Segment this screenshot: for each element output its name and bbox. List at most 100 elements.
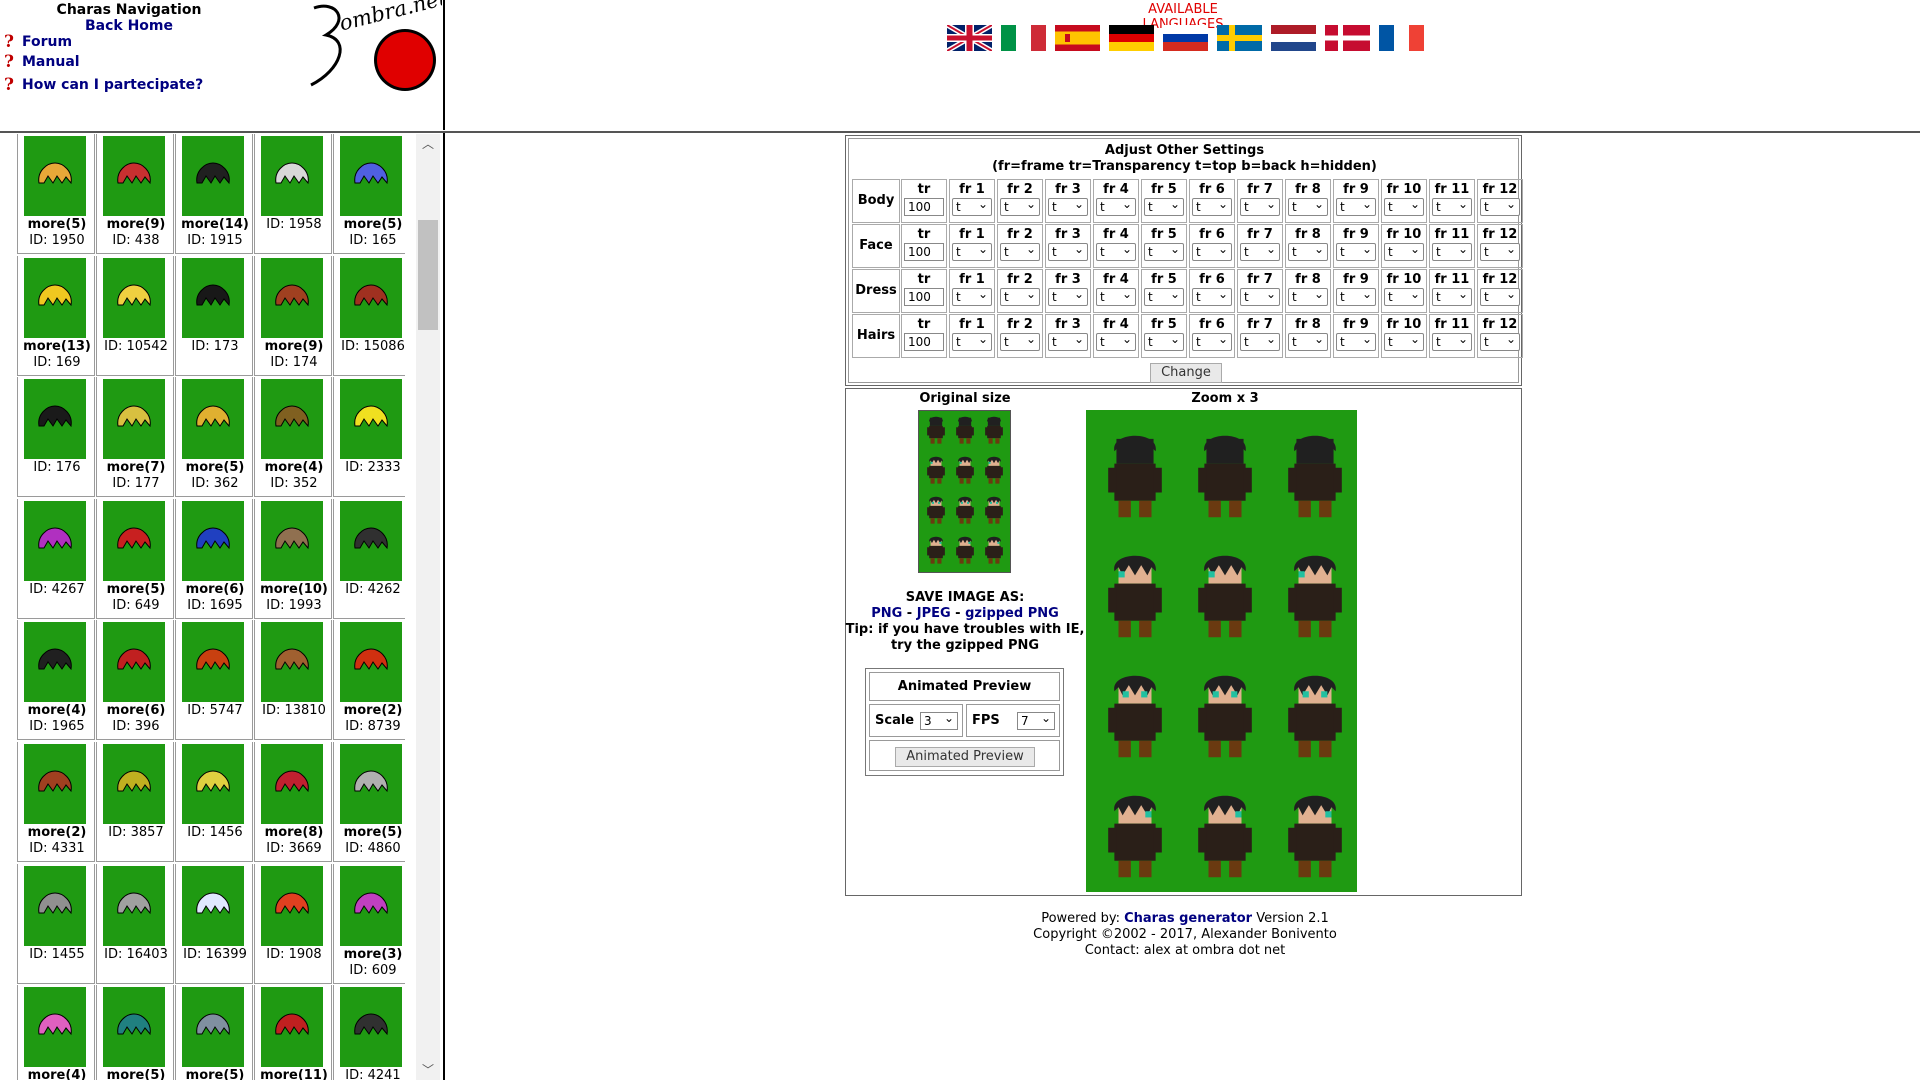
frame-select[interactable]: t	[1096, 241, 1136, 261]
frame-select[interactable]: t	[1480, 196, 1520, 216]
hair-item[interactable]: more(2) ID: 8739	[333, 620, 405, 740]
hair-thumbnail[interactable]	[182, 501, 244, 581]
hair-thumbnail[interactable]	[103, 744, 165, 824]
frame-select[interactable]: t	[1384, 241, 1424, 261]
forum-link[interactable]: Forum	[22, 34, 72, 50]
frame-select[interactable]: t	[1144, 331, 1184, 351]
hair-item[interactable]: more(10) ID: 1993	[254, 499, 332, 619]
transparency-input[interactable]: 100	[904, 288, 944, 306]
hair-thumbnail[interactable]	[340, 501, 402, 581]
hair-thumbnail[interactable]	[340, 622, 402, 702]
hair-item[interactable]: more(6) ID: 1695	[175, 499, 253, 619]
english-flag-icon[interactable]	[947, 25, 992, 51]
hair-item[interactable]: more(8) ID: 3669	[254, 742, 332, 862]
dutch-flag-icon[interactable]	[1271, 25, 1316, 51]
hair-item[interactable]: more(5)	[96, 985, 174, 1080]
transparency-input[interactable]: 100	[904, 198, 944, 216]
danish-flag-icon[interactable]	[1325, 25, 1370, 51]
frame-select[interactable]: t	[952, 241, 992, 261]
change-button[interactable]: Change	[1150, 363, 1222, 383]
frame-select[interactable]: t	[1480, 331, 1520, 351]
spanish-flag-icon[interactable]	[1055, 25, 1100, 51]
hair-item[interactable]: ID: 13810	[254, 620, 332, 740]
french-flag-icon[interactable]	[1379, 25, 1424, 51]
hair-item[interactable]: ID: 16403	[96, 864, 174, 984]
hair-thumbnail[interactable]	[340, 379, 402, 459]
hair-more-link[interactable]: more(5)	[176, 1068, 254, 1080]
hair-item[interactable]: more(9) ID: 174	[254, 256, 332, 376]
hair-thumbnail[interactable]	[24, 379, 86, 459]
hair-thumbnail[interactable]	[261, 258, 323, 338]
hair-item[interactable]: ID: 1958	[254, 134, 332, 254]
hair-thumbnail[interactable]	[261, 136, 323, 216]
hair-more-link[interactable]: more(5)	[97, 1068, 175, 1080]
frame-select[interactable]: t	[1240, 331, 1280, 351]
hair-item[interactable]: ID: 4241	[333, 985, 405, 1080]
hair-thumbnail[interactable]	[340, 987, 402, 1067]
hair-item[interactable]: more(4) ID: 352	[254, 377, 332, 497]
hair-item[interactable]: ID: 3857	[96, 742, 174, 862]
swedish-flag-icon[interactable]	[1217, 25, 1262, 51]
hair-thumbnail[interactable]	[24, 744, 86, 824]
hair-more-link[interactable]: more(13)	[18, 339, 96, 355]
hair-more-link[interactable]: more(3)	[334, 947, 405, 963]
frame-select[interactable]: t	[1000, 286, 1040, 306]
hair-more-link[interactable]: more(4)	[18, 703, 96, 719]
russian-flag-icon[interactable]	[1163, 25, 1208, 51]
hair-thumbnail[interactable]	[261, 622, 323, 702]
frame-select[interactable]: t	[1240, 241, 1280, 261]
frame-select[interactable]: t	[952, 286, 992, 306]
hair-thumbnail[interactable]	[103, 258, 165, 338]
hair-more-link[interactable]: more(10)	[255, 582, 333, 598]
frame-select[interactable]: t	[1096, 286, 1136, 306]
hair-item[interactable]: ID: 2333	[333, 377, 405, 497]
hair-thumbnail[interactable]	[182, 622, 244, 702]
hair-thumbnail[interactable]	[103, 501, 165, 581]
hair-item[interactable]: ID: 15086	[333, 256, 405, 376]
hair-item[interactable]: ID: 1456	[175, 742, 253, 862]
frame-select[interactable]: t	[1144, 286, 1184, 306]
scrollbar-thumb[interactable]	[418, 220, 438, 330]
hair-thumbnail[interactable]	[340, 866, 402, 946]
frame-select[interactable]: t	[1384, 331, 1424, 351]
hair-item[interactable]: ID: 4262	[333, 499, 405, 619]
manual-link[interactable]: Manual	[22, 54, 80, 70]
hair-thumbnail[interactable]	[261, 744, 323, 824]
frame-select[interactable]: t	[952, 331, 992, 351]
hair-item[interactable]: more(5) ID: 165	[333, 134, 405, 254]
frame-select[interactable]: t	[1048, 241, 1088, 261]
frame-select[interactable]: t	[1480, 286, 1520, 306]
animated-preview-button[interactable]: Animated Preview	[895, 747, 1035, 767]
frame-select[interactable]: t	[1240, 196, 1280, 216]
hair-thumbnail[interactable]	[24, 622, 86, 702]
frame-select[interactable]: t	[1432, 331, 1472, 351]
hair-thumbnail[interactable]	[24, 501, 86, 581]
hair-item[interactable]: ID: 173	[175, 256, 253, 376]
hair-thumbnail[interactable]	[182, 379, 244, 459]
frame-select[interactable]: t	[1192, 286, 1232, 306]
hair-item[interactable]: more(14) ID: 1915	[175, 134, 253, 254]
frame-select[interactable]: t	[1384, 286, 1424, 306]
frame-select[interactable]: t	[1288, 241, 1328, 261]
hair-item[interactable]: more(3) ID: 609	[333, 864, 405, 984]
save-jpeg-link[interactable]: JPEG	[917, 606, 951, 621]
fps-select[interactable]: 7	[1017, 710, 1055, 730]
frame-select[interactable]: t	[1432, 241, 1472, 261]
hair-item[interactable]: more(5) ID: 4860	[333, 742, 405, 862]
hair-more-link[interactable]: more(7)	[97, 460, 175, 476]
transparency-input[interactable]: 100	[904, 243, 944, 261]
scale-select[interactable]: 3	[920, 710, 958, 730]
hair-more-link[interactable]: more(5)	[334, 217, 405, 233]
hair-thumbnail[interactable]	[24, 136, 86, 216]
hair-item[interactable]: more(6) ID: 396	[96, 620, 174, 740]
hair-more-link[interactable]: more(5)	[176, 460, 254, 476]
german-flag-icon[interactable]	[1109, 25, 1154, 51]
frame-select[interactable]: t	[1144, 241, 1184, 261]
frame-select[interactable]: t	[1144, 196, 1184, 216]
frame-select[interactable]: t	[1288, 286, 1328, 306]
hair-thumbnail[interactable]	[261, 987, 323, 1067]
hair-more-link[interactable]: more(2)	[18, 825, 96, 841]
hair-thumbnail[interactable]	[24, 258, 86, 338]
ombra-net-logo[interactable]: ombra.net	[296, 0, 442, 94]
frame-select[interactable]: t	[1192, 241, 1232, 261]
